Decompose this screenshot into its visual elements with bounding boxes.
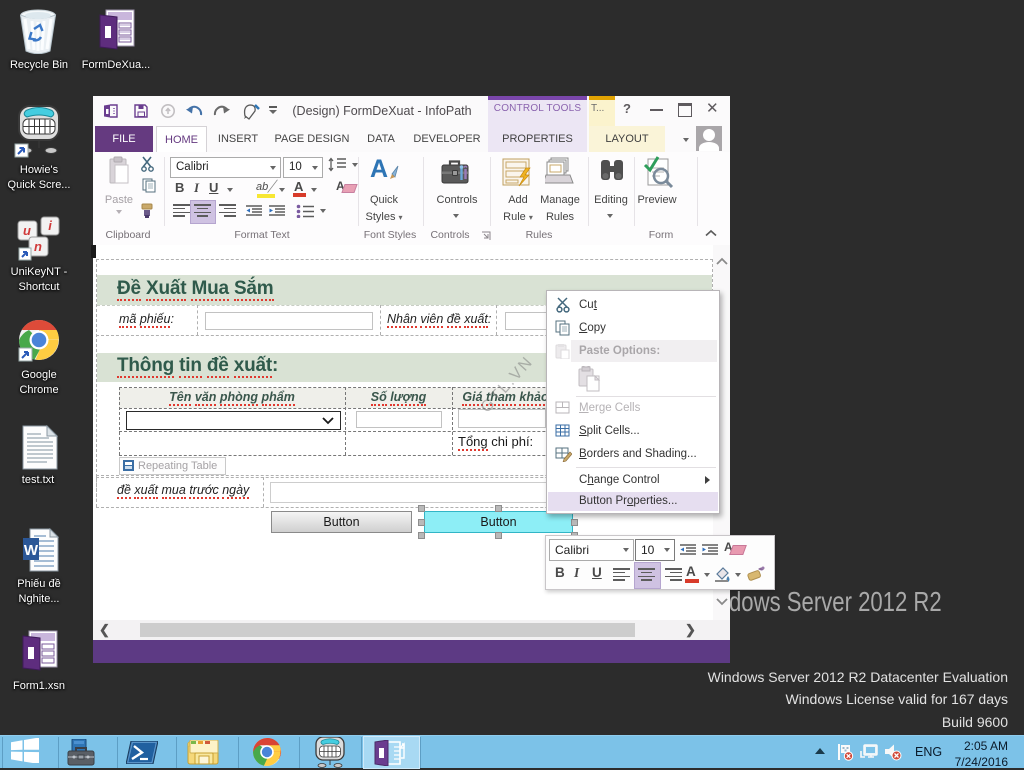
svg-text:u: u: [23, 223, 31, 238]
svg-text:W: W: [24, 542, 39, 559]
svg-text:i: i: [48, 218, 52, 233]
svg-text:n: n: [34, 239, 42, 254]
